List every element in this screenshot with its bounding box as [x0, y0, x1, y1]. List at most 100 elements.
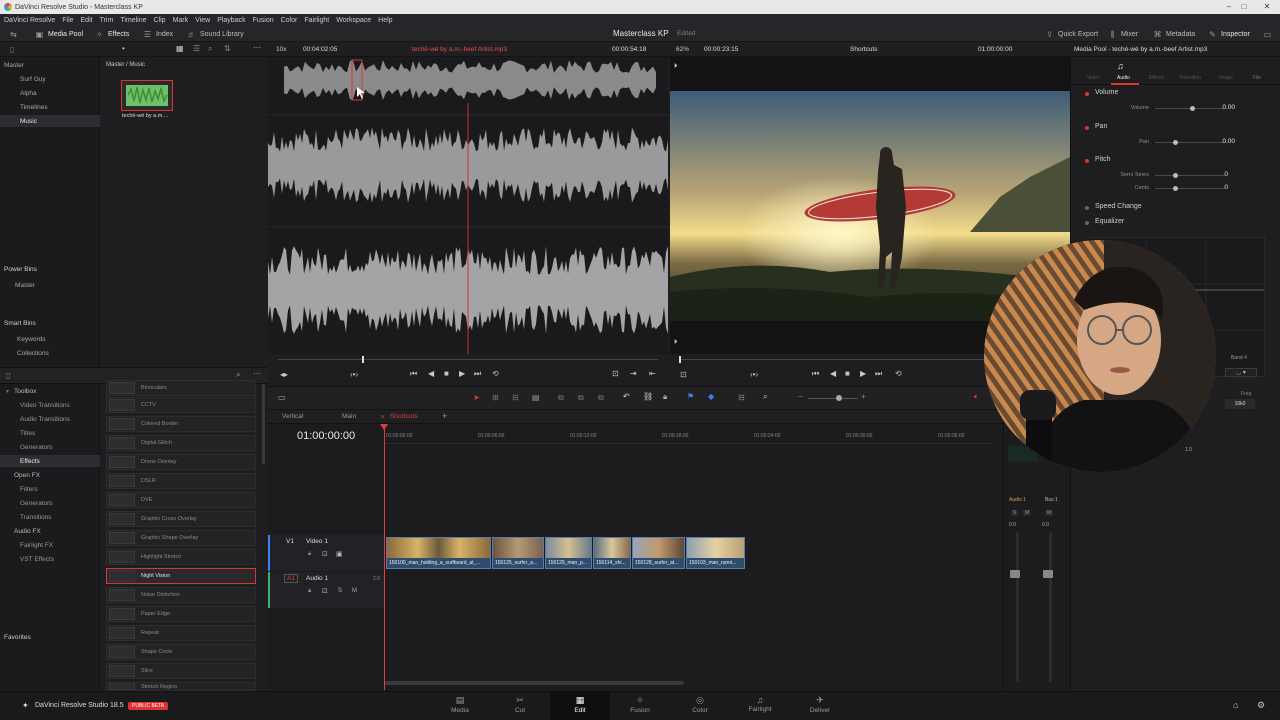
timeline-clip[interactable]: 150100_man_holding_a_surfboard_at_... — [386, 537, 491, 569]
tree-titles[interactable]: Titles — [20, 430, 35, 437]
power-bin-master[interactable]: Master — [15, 282, 35, 289]
tl-play-icon[interactable]: ▶ — [860, 369, 866, 378]
bus1-fader-knob[interactable] — [1043, 570, 1053, 578]
jog-icon[interactable]: ◂▸ — [280, 370, 288, 379]
tab-main[interactable]: Main — [342, 413, 356, 420]
effect-shape-circle[interactable]: Shape Circle — [106, 644, 256, 660]
tree-audio-fx[interactable]: Audio FX — [14, 528, 41, 535]
sidebar-toggle-icon[interactable]: ▯ — [10, 45, 14, 54]
effect-repeat[interactable]: Repeat — [106, 625, 256, 641]
tl-play-reverse-icon[interactable]: ◀ — [830, 369, 836, 378]
viewer-timeline-name[interactable]: Shortcuts — [850, 46, 877, 53]
source-clip-name[interactable]: teché-wé by a.m.-beef Artist.mp3 — [412, 46, 507, 53]
mute-button[interactable]: M — [352, 588, 357, 594]
eq-band-type-select[interactable]: ◡ ▾ — [1225, 368, 1257, 377]
menu-workspace[interactable]: Workspace — [336, 17, 371, 24]
menu-fusion[interactable]: Fusion — [253, 17, 274, 24]
loop-icon[interactable]: ⟲ — [492, 369, 499, 378]
tree-audio-transitions[interactable]: Audio Transitions — [20, 416, 70, 423]
menu-file[interactable]: File — [62, 17, 73, 24]
search-icon[interactable]: ⌕ — [208, 44, 212, 54]
audio1-fader-track[interactable] — [1016, 532, 1019, 682]
menu-playback[interactable]: Playback — [217, 17, 245, 24]
add-timeline-tab-icon[interactable]: + — [442, 411, 447, 421]
source-playhead[interactable] — [362, 356, 364, 363]
list-view-icon[interactable]: ☰ — [193, 44, 200, 53]
replace-clip-icon[interactable]: ⧉ — [598, 393, 604, 403]
grid-view-icon[interactable]: ▦ — [176, 44, 184, 53]
blade-tool-icon[interactable]: ▤ — [532, 393, 540, 402]
audio-track-name[interactable]: Audio 1 — [306, 575, 328, 582]
menu-mark[interactable]: Mark — [173, 17, 189, 24]
tl-go-end-icon[interactable]: ⏭ — [875, 369, 882, 379]
source-nudge-icon[interactable]: ‹•› — [350, 370, 358, 379]
speed-change-dot[interactable] — [1085, 206, 1089, 210]
effect-graphic-shape-overlay[interactable]: Graphic Shape Overlay — [106, 530, 256, 546]
dynamic-trim-icon[interactable]: ⊟ — [512, 393, 519, 402]
mixer-mute-button[interactable]: M — [1023, 510, 1032, 516]
menu-clip[interactable]: Clip — [154, 17, 166, 24]
timeline-layout-icon[interactable]: ▭ — [278, 393, 286, 402]
tree-open-fx[interactable]: Open FX — [14, 472, 40, 479]
go-start-icon[interactable]: ⏮ — [410, 369, 417, 379]
tab-shortcuts[interactable]: Shortcuts — [390, 413, 417, 420]
menu-trim[interactable]: Trim — [100, 17, 114, 24]
menu-help[interactable]: Help — [378, 17, 392, 24]
cents-slider-knob[interactable] — [1173, 186, 1178, 191]
bus-mute-button[interactable]: M — [1045, 510, 1054, 516]
timeline-viewer-playhead[interactable] — [679, 356, 681, 363]
effects-sidebar-toggle-icon[interactable]: ▯ — [6, 371, 10, 380]
tab-file[interactable]: File — [1253, 75, 1261, 81]
effect-digital-glitch[interactable]: Digital Glitch — [106, 435, 256, 451]
menu-color[interactable]: Color — [281, 17, 298, 24]
sort-icon[interactable]: ⇅ — [224, 44, 231, 53]
tree-effects[interactable]: Effects — [20, 458, 40, 465]
timeline-clip[interactable]: 150129_man_p... — [545, 537, 592, 569]
maximize-icon[interactable]: □ — [1237, 2, 1251, 11]
source-zoom[interactable]: 10x — [276, 46, 286, 53]
tree-generators[interactable]: Generators — [20, 444, 53, 451]
video-disable-icon[interactable]: ▣ — [336, 550, 343, 558]
page-fairlight[interactable]: ♫ Fairlight — [730, 695, 790, 713]
effect-noise-distortion[interactable]: Noise Distortion — [106, 587, 256, 603]
thumb-size-slider[interactable]: • — [122, 44, 125, 53]
effect-highlight-stretch[interactable]: Highlight Stretch — [106, 549, 256, 565]
timeline-timecode[interactable]: 01:00:00:00 — [297, 430, 355, 442]
tab-effects[interactable]: Effects — [1149, 75, 1164, 81]
tree-transitions[interactable]: Transitions — [20, 514, 52, 521]
effect-colored-border[interactable]: Colored Border — [106, 416, 256, 432]
menu-davinci[interactable]: DaVinci Resolve — [4, 17, 55, 24]
tab-image[interactable]: Image — [1219, 75, 1233, 81]
effect-stretch-region[interactable]: Stretch Region — [106, 682, 256, 691]
tree-fairlight-fx[interactable]: Fairlight FX — [20, 542, 53, 549]
tab-audio[interactable]: Audio — [1117, 75, 1130, 81]
bin-surf-guy[interactable]: Surf Guy — [20, 76, 46, 83]
volume-value[interactable]: 0.00 — [1195, 104, 1235, 111]
zoom-out-icon[interactable]: − — [798, 392, 803, 401]
pan-slider-knob[interactable] — [1173, 140, 1178, 145]
audio-track-header[interactable]: A1 Audio 1 2.0 🔒︎ ⊡ S M — [268, 572, 384, 608]
effect-dslr[interactable]: DSLR — [106, 473, 256, 489]
pan-section-title[interactable]: Pan — [1095, 123, 1107, 130]
zoom-detail-icon[interactable]: ⌕ — [763, 392, 767, 402]
flag-icon[interactable]: ⚑ — [687, 392, 694, 401]
page-edit[interactable]: ▦ Edit — [550, 695, 610, 714]
mark-in-icon[interactable]: ⇥ — [630, 369, 637, 378]
match-frame-icon[interactable]: ⊡ — [612, 369, 619, 378]
page-cut[interactable]: ✂ Cut — [490, 695, 550, 714]
tab-vertical[interactable]: Vertical — [282, 413, 303, 420]
inspector-button[interactable]: ✎ Inspector — [1203, 26, 1255, 42]
tree-video-transitions[interactable]: Video Transitions — [20, 402, 70, 409]
minimize-icon[interactable]: – — [1222, 2, 1236, 11]
effects-scrollbar[interactable] — [262, 384, 265, 464]
menu-timeline[interactable]: Timeline — [120, 17, 146, 24]
video-lock-icon[interactable]: 🔒︎ — [308, 551, 311, 558]
metadata-button[interactable]: ⌘ Metadata — [1148, 26, 1200, 42]
speed-change-title[interactable]: Speed Change — [1095, 203, 1142, 210]
bin-alpha[interactable]: Alpha — [20, 90, 37, 97]
pan-value[interactable]: 0.00 — [1195, 138, 1235, 145]
tree-filters[interactable]: Filters — [20, 486, 38, 493]
menu-view[interactable]: View — [195, 17, 210, 24]
equalizer-dot[interactable] — [1085, 221, 1089, 225]
sound-library-button[interactable]: ♬ Sound Library — [182, 26, 249, 42]
